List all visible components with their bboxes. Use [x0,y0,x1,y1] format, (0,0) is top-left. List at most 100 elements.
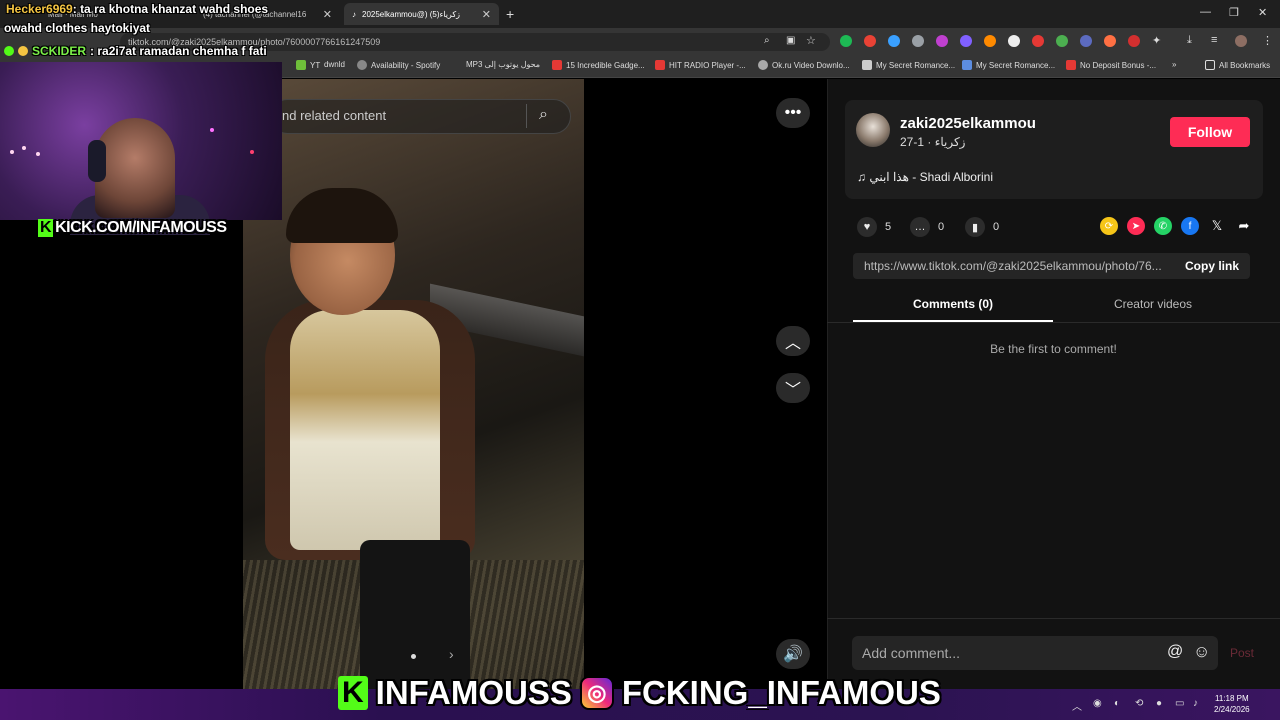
kick-url-text: KICK.COM/INFAMOUSS [55,219,227,236]
post-comment-button[interactable]: Post [1230,646,1254,660]
username[interactable]: zaki2025elkammou [900,115,1036,132]
zoom-icon[interactable]: ⌕ [764,35,770,46]
bookmark-gadgets[interactable]: 15 Incredible Gadge... [552,60,645,70]
bookmark-label: HIT RADIO Player -... [669,60,746,70]
bookmark-label: dwnld [324,60,345,69]
bookmark-yt[interactable]: YT [296,60,320,70]
repost-icon[interactable]: ⟳ [1100,217,1118,235]
bookmark-label: MP3 محول يوتوب إلى [466,60,541,69]
download-icon[interactable]: ⤓ [1187,34,1192,47]
extension-icon[interactable] [888,35,900,47]
close-icon[interactable]: ✕ [323,8,332,21]
extension-icon[interactable] [984,35,996,47]
search-placeholder: nd related content [282,108,387,123]
facebook-icon[interactable]: f [1181,217,1199,235]
clock-time: 11:18 PM [1214,694,1249,703]
close-icon[interactable]: ✕ [482,8,491,21]
profile-avatar[interactable] [1235,35,1247,47]
extension-icon[interactable] [1104,35,1116,47]
stream-banner: K INFAMOUSS ◎ FCKING_INFAMOUS [338,673,941,713]
comment-icon: … [910,217,930,237]
new-tab-icon[interactable]: + [506,6,514,22]
extension-icon[interactable] [1080,35,1092,47]
tray-overflow-icon[interactable]: ︿ [1072,698,1082,713]
more-options-button[interactable]: ••• [776,98,810,128]
extension-icon[interactable] [1128,35,1140,47]
chat-message: SCKIDER: ra2i7at ramadan chemha f fati [4,44,267,58]
tray-app-icon[interactable]: ◉ [1093,698,1102,709]
comment-placeholder: Add comment... [862,645,961,661]
copy-link-button[interactable]: Copy link [1185,259,1239,273]
bookmark-hitradio[interactable]: HIT RADIO Player -... [655,60,746,70]
extension-icon[interactable] [840,35,852,47]
avatar[interactable] [856,113,890,147]
mic-icon[interactable]: ● [1156,698,1162,709]
mention-icon[interactable]: @ [1167,643,1183,661]
sync-icon[interactable]: ⟲ [1135,698,1143,709]
previous-post-button[interactable]: ︿ [776,326,810,356]
puzzle-icon[interactable]: ✦ [1152,34,1161,47]
bookmark-label: No Deposit Bonus -... [1080,60,1157,70]
webcam-light [10,150,14,154]
extension-icon[interactable] [864,35,876,47]
bookmark-label: YT [310,60,321,70]
comment-action[interactable]: … 0 [910,217,944,237]
x-icon[interactable]: 𝕏 [1208,217,1226,235]
bookmark-label: My Secret Romance... [976,60,1056,70]
media-icon[interactable]: ≡ [1211,34,1217,46]
like-count: 5 [885,221,892,233]
bookmark-label: Ok.ru Video Downlo... [772,60,850,70]
post-link: https://www.tiktok.com/@zaki2025elkammou… [864,259,1162,273]
volume-tray-icon[interactable]: ♪ [1193,698,1198,709]
restore-icon[interactable]: ❐ [1229,6,1239,19]
follow-button[interactable]: Follow [1170,117,1250,147]
chat-message: Hecker6969: ta ra khotna khanzat wahd sh… [6,2,268,16]
like-action[interactable]: ♥ 5 [857,217,891,237]
bookmark-label: 15 Incredible Gadge... [566,60,645,70]
network-icon[interactable]: ▭ [1175,698,1184,709]
send-icon[interactable]: ➤ [1127,217,1145,235]
bookmark-okru[interactable]: Ok.ru Video Downlo... [758,60,850,70]
extension-icon[interactable] [1032,35,1044,47]
bookmark-spotify[interactable]: Availability - Spotify [357,60,440,70]
tab-comments[interactable]: Comments (0) [853,297,1053,311]
tab-tiktok[interactable]: ♪ 2025elkammou@) زكرياء(5) ✕ [344,3,499,25]
bookmark-romance-2[interactable]: My Secret Romance... [962,60,1055,70]
star-icon[interactable]: ☆ [806,34,816,47]
webcam-light [22,146,26,150]
bookmark-dwnld[interactable]: dwnld [324,60,345,69]
taskbar-clock[interactable]: 11:18 PM 2/24/2026 [1214,693,1250,715]
extension-icon[interactable] [1008,35,1020,47]
window-close-icon[interactable]: ✕ [1258,6,1267,19]
cast-icon[interactable]: ▣ [786,35,795,46]
next-post-button[interactable]: ﹀ [776,373,810,403]
bookmark-romance-1[interactable]: My Secret Romance... [862,60,955,70]
tab-label: 2025elkammou@) زكرياء(5) [362,9,461,19]
extension-icon[interactable] [960,35,972,47]
save-action[interactable]: ▮ 0 [965,217,999,237]
minimize-icon[interactable]: — [1200,6,1211,18]
volume-button[interactable]: 🔊 [776,639,810,669]
bookmark-mp3[interactable]: MP3 محول يوتوب إلى [466,60,540,69]
extension-icon[interactable] [936,35,948,47]
extension-icon[interactable] [912,35,924,47]
bookmark-icon [1066,60,1076,70]
comment-count: 0 [938,221,945,233]
bookmark-bonus[interactable]: No Deposit Bonus -... [1066,60,1156,70]
menu-icon[interactable]: ⋮ [1262,34,1273,47]
carousel-dot[interactable] [411,654,416,659]
carousel-next-icon[interactable]: › [449,646,454,662]
search-icon[interactable]: ⌕ [539,106,548,124]
bookmarks-overflow-icon[interactable]: » [1172,60,1176,69]
all-bookmarks[interactable]: All Bookmarks [1205,60,1270,70]
whatsapp-icon[interactable]: ✆ [1154,217,1172,235]
tab-creator-videos[interactable]: Creator videos [1053,297,1253,311]
bookmark-icon [962,60,972,70]
share-arrow-icon[interactable]: ➦ [1235,217,1253,235]
kick-logo-icon: K [338,676,368,710]
emoji-icon[interactable]: ☺ [1193,642,1210,662]
extension-icon[interactable] [1056,35,1068,47]
discord-icon[interactable]: ◐ [1114,698,1120,709]
music-link[interactable]: ♫ هذا ابني - Shadi Alborini [857,170,993,184]
bookmark-label: Availability - Spotify [371,60,441,70]
